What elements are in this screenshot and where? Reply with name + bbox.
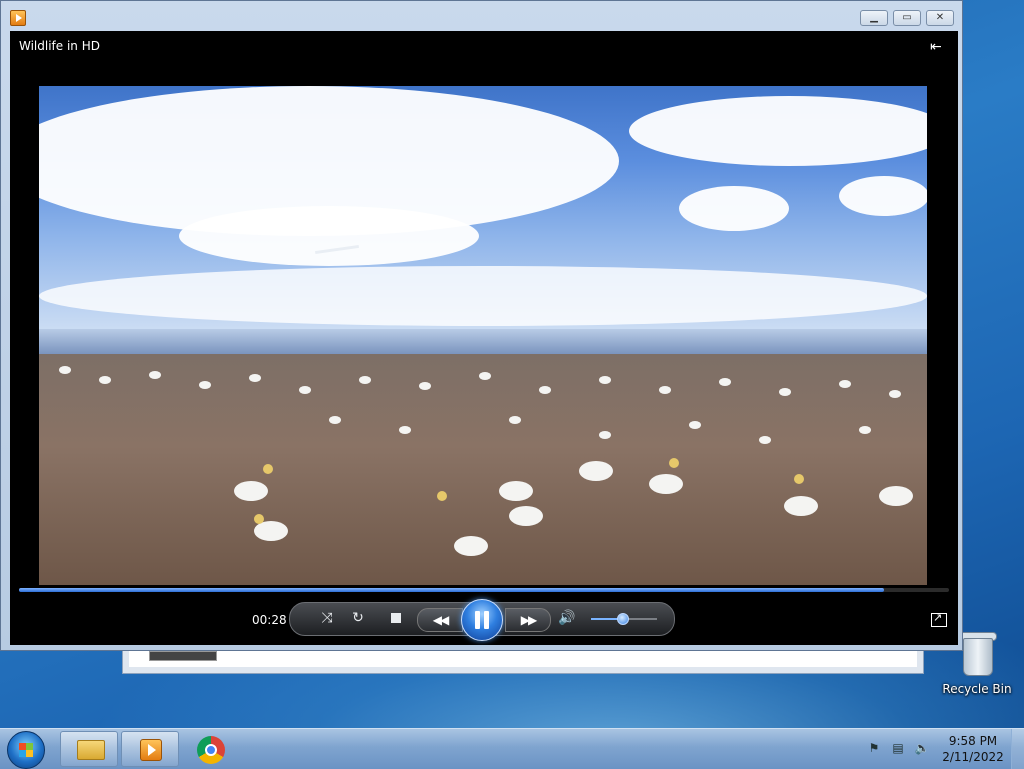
pause-button[interactable]: [461, 599, 503, 641]
recycle-bin-icon: [959, 630, 997, 676]
fullscreen-icon[interactable]: [931, 611, 947, 627]
action-center-icon[interactable]: ⚑: [866, 741, 882, 755]
flying-gannet: [315, 244, 359, 254]
taskbar: ⚑ ▤ 🔈 9:58 PM 2/11/2022: [0, 728, 1024, 769]
previous-button[interactable]: ◀◀: [417, 608, 463, 632]
maximize-button[interactable]: ▭: [893, 10, 921, 26]
volume-slider-thumb[interactable]: [617, 613, 629, 625]
shuffle-icon[interactable]: ⤨: [317, 608, 337, 628]
switch-to-library-icon[interactable]: ⇤: [930, 39, 948, 55]
media-player-icon: [140, 739, 162, 761]
repeat-icon[interactable]: ↻: [348, 608, 368, 628]
playback-controls: ⤨ ↻ ◀◀ ▶▶ 🔊: [289, 599, 675, 641]
taskbar-file-explorer[interactable]: [60, 731, 118, 767]
next-icon: ▶▶: [520, 613, 537, 627]
minimize-button[interactable]: ▁: [860, 10, 888, 26]
start-button[interactable]: [7, 731, 45, 769]
clock[interactable]: 9:58 PM 2/11/2022: [934, 733, 1012, 765]
volume-icon[interactable]: 🔊: [557, 608, 577, 628]
chrome-icon: [197, 736, 225, 764]
seek-bar[interactable]: [19, 588, 949, 592]
media-player-icon[interactable]: [10, 10, 26, 26]
taskbar-chrome[interactable]: [183, 731, 241, 767]
show-desktop-button[interactable]: [1011, 729, 1024, 769]
video-display[interactable]: [39, 86, 927, 585]
recycle-bin-label: Recycle Bin: [942, 682, 1012, 696]
elapsed-time: 00:28: [252, 613, 287, 627]
media-player-window: ▁ ▭ ✕ Wildlife in HD ⇤ 00:28 ⤨ ↻ ◀◀ ▶▶ 🔊…: [0, 0, 963, 651]
stop-icon[interactable]: [391, 613, 401, 623]
clock-date: 2/11/2022: [942, 750, 1004, 764]
close-button[interactable]: ✕: [926, 10, 954, 26]
clock-time: 9:58 PM: [948, 734, 998, 748]
previous-icon: ◀◀: [432, 613, 449, 627]
volume-tray-icon[interactable]: 🔈: [914, 741, 930, 755]
folder-icon: [77, 740, 105, 760]
next-button[interactable]: ▶▶: [505, 608, 551, 632]
background-window-progress: [149, 651, 217, 661]
taskbar-media-player[interactable]: [121, 731, 179, 767]
network-icon[interactable]: ▤: [890, 741, 906, 755]
seek-bar-fill: [19, 588, 884, 592]
pause-icon: [475, 611, 480, 629]
player-body: Wildlife in HD ⇤ 00:28 ⤨ ↻ ◀◀ ▶▶ 🔊 ↗: [10, 31, 958, 645]
video-title: Wildlife in HD: [19, 39, 100, 53]
title-bar[interactable]: ▁ ▭ ✕: [1, 1, 962, 31]
